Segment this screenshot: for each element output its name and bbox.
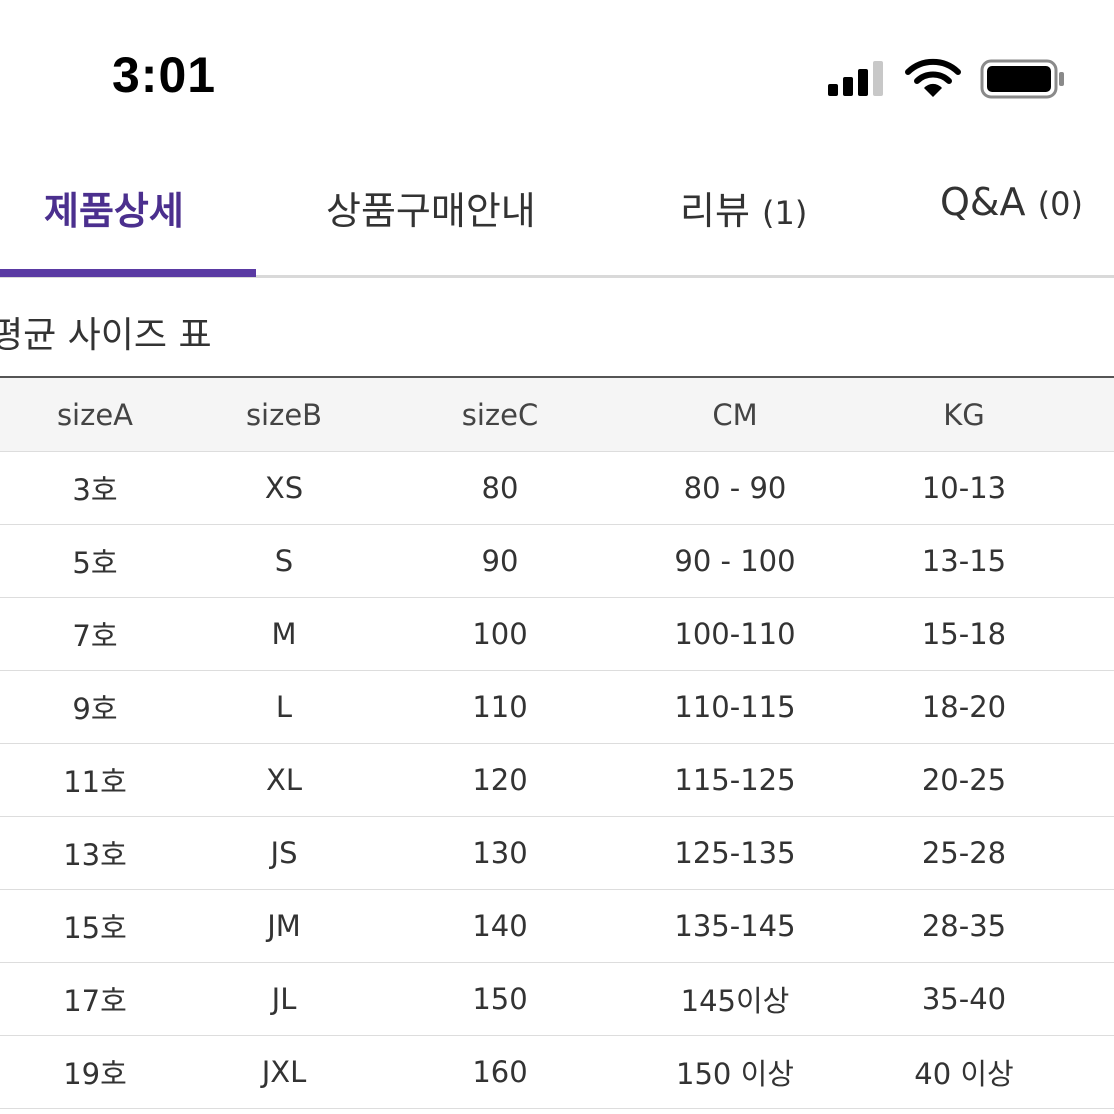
- tab-label: Q&A: [940, 180, 1026, 224]
- tab-purchase-guide[interactable]: 상품구매안내: [326, 180, 536, 235]
- table-header-row: sizeA sizeB sizeC CM KG: [0, 378, 1114, 452]
- table-row: 5호 S 90 90 - 100 13-15: [0, 525, 1114, 598]
- table-row: 19호 JXL 160 150 이상 40 이상: [0, 1036, 1114, 1109]
- header-cell-sizeC: sizeC: [461, 397, 539, 432]
- tab-bar: 제품상세 상품구매안내 리뷰 (1) Q&A (0): [0, 150, 1114, 278]
- header-cell-kg: KG: [943, 397, 985, 432]
- kg-cell: 18-20: [921, 690, 1007, 724]
- size-b-cell: XL: [265, 763, 303, 797]
- cm-cell: 115-125: [674, 763, 796, 797]
- size-c-cell: 100: [472, 617, 528, 651]
- table-row: 9호 L 110 110-115 18-20: [0, 671, 1114, 744]
- table-body: 3호 XS 80 80 - 90 10-13 5호 S 90 90 - 100 13-15 7호 M 1…: [0, 452, 1114, 1109]
- header-cell-sizeA: sizeA: [56, 397, 134, 432]
- cm-cell: 110-115: [674, 690, 796, 724]
- cm-cell: 125-135: [674, 836, 796, 870]
- cm-cell: 90 - 100: [674, 544, 796, 578]
- wifi-icon: [905, 58, 961, 97]
- table-row: 7호 M 100 100-110 15-18: [0, 598, 1114, 671]
- tab-label: 제품상세: [44, 189, 184, 233]
- kg-cell: 35-40: [921, 982, 1007, 1016]
- cm-cell: 135-145: [674, 909, 796, 943]
- header-cell-sizeB: sizeB: [245, 397, 323, 432]
- size-a-cell: 7호: [72, 619, 118, 653]
- size-a-cell: 15호: [63, 911, 127, 945]
- size-b-cell: JL: [271, 982, 297, 1016]
- kg-cell: 40 이상: [914, 1057, 1014, 1091]
- size-b-cell: JXL: [261, 1055, 307, 1089]
- size-c-cell: 140: [472, 909, 528, 943]
- size-b-cell: XS: [264, 471, 304, 505]
- tab-label: 상품구매안내: [326, 189, 536, 233]
- header-cell-cm: CM: [712, 397, 758, 432]
- size-b-cell: M: [271, 617, 297, 651]
- size-c-cell: 110: [472, 690, 528, 724]
- tab-qna[interactable]: Q&A (0): [940, 180, 1083, 224]
- kg-cell: 20-25: [921, 763, 1007, 797]
- kg-cell: 15-18: [921, 617, 1007, 651]
- size-a-cell: 19호: [63, 1057, 127, 1091]
- tab-review[interactable]: 리뷰 (1): [680, 180, 807, 235]
- tab-product-detail[interactable]: 제품상세: [44, 180, 184, 235]
- size-b-cell: S: [274, 544, 294, 578]
- kg-cell: 25-28: [921, 836, 1007, 870]
- cm-cell: 100-110: [674, 617, 796, 651]
- size-c-cell: 130: [472, 836, 528, 870]
- table-row: 17호 JL 150 145이상 35-40: [0, 963, 1114, 1036]
- active-tab-indicator: [0, 269, 256, 277]
- cm-cell: 80 - 90: [683, 471, 787, 505]
- size-b-cell: JS: [270, 836, 298, 870]
- screen: 3:01 제품상세 상품구매안내 리뷰 (1) Q&A (0) 평균 사이즈 표…: [0, 0, 1114, 1114]
- battery-icon: [980, 59, 1064, 99]
- size-c-cell: 150: [472, 982, 528, 1016]
- cm-cell: 145이상: [680, 984, 790, 1018]
- tab-count: (1): [762, 194, 808, 232]
- kg-cell: 13-15: [921, 544, 1007, 578]
- size-a-cell: 11호: [63, 765, 127, 799]
- signal-icon: [828, 61, 883, 96]
- size-a-cell: 5호: [72, 546, 118, 580]
- size-c-cell: 160: [472, 1055, 528, 1089]
- cm-cell: 150 이상: [676, 1057, 794, 1091]
- size-b-cell: JM: [267, 909, 301, 943]
- table-row: 13호 JS 130 125-135 25-28: [0, 817, 1114, 890]
- tab-label: 리뷰: [680, 189, 750, 233]
- size-c-cell: 80: [481, 471, 519, 505]
- size-a-cell: 17호: [63, 984, 127, 1018]
- size-c-cell: 120: [472, 763, 528, 797]
- tab-count: (0): [1037, 185, 1083, 223]
- kg-cell: 28-35: [921, 909, 1007, 943]
- size-a-cell: 3호: [72, 473, 118, 507]
- size-a-cell: 13호: [63, 838, 127, 872]
- table-row: 11호 XL 120 115-125 20-25: [0, 744, 1114, 817]
- size-table: sizeA sizeB sizeC CM KG 3호 XS 80 80 - 90 10-…: [0, 376, 1114, 1109]
- size-c-cell: 90: [481, 544, 519, 578]
- size-b-cell: L: [275, 690, 293, 724]
- status-bar: 3:01: [0, 0, 1114, 140]
- section-title: 평균 사이즈 표: [0, 315, 212, 356]
- table-row: 15호 JM 140 135-145 28-35: [0, 890, 1114, 963]
- kg-cell: 10-13: [921, 471, 1007, 505]
- status-time: 3:01: [112, 47, 217, 103]
- table-row: 3호 XS 80 80 - 90 10-13: [0, 452, 1114, 525]
- size-a-cell: 9호: [72, 692, 118, 726]
